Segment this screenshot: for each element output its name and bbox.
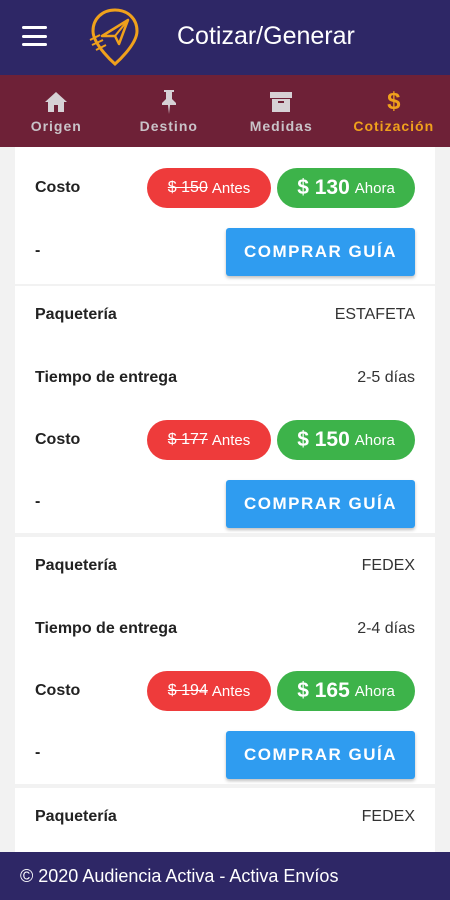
carrier-value: FEDEX bbox=[361, 808, 415, 825]
logo-icon bbox=[89, 8, 139, 66]
quote-card: Paquetería FEDEX bbox=[15, 788, 435, 852]
tab-label: Cotización bbox=[353, 117, 435, 134]
old-price-label: Antes bbox=[211, 682, 251, 700]
new-price-label: Ahora bbox=[354, 431, 395, 449]
old-price-label: Antes bbox=[211, 431, 251, 449]
box-icon bbox=[268, 89, 294, 115]
carrier-label: Paquetería bbox=[35, 306, 117, 323]
new-price: $ 150 bbox=[297, 428, 350, 451]
carrier-value: FEDEX bbox=[361, 557, 415, 574]
old-price: $ 150 bbox=[167, 179, 208, 196]
tab-label: Medidas bbox=[249, 117, 313, 134]
new-price-badge: $ 150 Ahora bbox=[277, 420, 415, 460]
old-price-badge: $ 150 Antes bbox=[147, 168, 271, 208]
carrier-row: Paquetería FEDEX bbox=[15, 546, 435, 586]
carrier-label: Paquetería bbox=[35, 557, 117, 574]
quote-list[interactable]: Costo $ 150 Antes $ 130 Ahora - COMPRAR … bbox=[0, 147, 450, 852]
delivery-row: Tiempo de entrega 2-5 días bbox=[15, 358, 435, 398]
cost-row: Costo $ 177 Antes $ 150 Ahora bbox=[15, 420, 435, 460]
quote-card: Paquetería ESTAFETA Tiempo de entrega 2-… bbox=[15, 286, 435, 533]
old-price-label: Antes bbox=[211, 179, 251, 197]
buy-guide-button[interactable]: COMPRAR GUÍA bbox=[226, 480, 415, 528]
carrier-row: Paquetería ESTAFETA bbox=[15, 295, 435, 335]
dollar-icon: $ bbox=[387, 87, 401, 115]
home-icon bbox=[43, 89, 69, 115]
old-price: $ 194 bbox=[167, 682, 208, 699]
cost-row: Costo $ 150 Antes $ 130 Ahora bbox=[15, 168, 435, 208]
tab-medidas[interactable]: Medidas bbox=[225, 75, 338, 147]
old-price: $ 177 bbox=[167, 431, 208, 448]
old-price-badge: $ 194 Antes bbox=[147, 671, 271, 711]
carrier-label: Paquetería bbox=[35, 808, 117, 825]
tab-cotizacion[interactable]: $ Cotización bbox=[338, 75, 450, 147]
buy-guide-button[interactable]: COMPRAR GUÍA bbox=[226, 228, 415, 276]
cost-label: Costo bbox=[35, 682, 81, 699]
cost-label: Costo bbox=[35, 431, 81, 448]
buy-guide-button[interactable]: COMPRAR GUÍA bbox=[226, 731, 415, 779]
placeholder-dash: - bbox=[35, 493, 41, 510]
cost-label: Costo bbox=[35, 179, 81, 196]
placeholder-dash: - bbox=[35, 744, 41, 761]
tab-label: Destino bbox=[139, 117, 198, 134]
tab-origen[interactable]: Origen bbox=[0, 75, 113, 147]
cost-row: Costo $ 194 Antes $ 165 Ahora bbox=[15, 671, 435, 711]
delivery-label: Tiempo de entrega bbox=[35, 620, 177, 637]
footer: © 2020 Audiencia Activa - Activa Envíos bbox=[0, 852, 450, 900]
carrier-value: ESTAFETA bbox=[334, 306, 415, 323]
delivery-row: Tiempo de entrega 2-4 días bbox=[15, 609, 435, 649]
new-price-badge: $ 165 Ahora bbox=[277, 671, 415, 711]
new-price-label: Ahora bbox=[354, 179, 395, 197]
carrier-row: Paquetería FEDEX bbox=[15, 797, 435, 837]
quote-card: Costo $ 150 Antes $ 130 Ahora - COMPRAR … bbox=[15, 147, 435, 284]
delivery-value: 2-4 días bbox=[357, 620, 415, 637]
pin-icon bbox=[156, 89, 182, 115]
tab-destino[interactable]: Destino bbox=[113, 75, 226, 147]
old-price-badge: $ 177 Antes bbox=[147, 420, 271, 460]
app-bar: Cotizar/Generar bbox=[0, 0, 450, 75]
tab-label: Origen bbox=[30, 117, 82, 134]
quote-card: Paquetería FEDEX Tiempo de entrega 2-4 d… bbox=[15, 537, 435, 784]
new-price: $ 130 bbox=[297, 176, 350, 199]
new-price: $ 165 bbox=[297, 679, 350, 702]
new-price-label: Ahora bbox=[354, 682, 395, 700]
footer-text: © 2020 Audiencia Activa - Activa Envíos bbox=[20, 865, 339, 886]
menu-icon[interactable] bbox=[22, 26, 47, 46]
tab-bar: Origen Destino Medidas $ Cotización bbox=[0, 75, 450, 147]
delivery-label: Tiempo de entrega bbox=[35, 369, 177, 386]
placeholder-dash: - bbox=[35, 242, 41, 259]
delivery-value: 2-5 días bbox=[357, 369, 415, 386]
new-price-badge: $ 130 Ahora bbox=[277, 168, 415, 208]
page-title: Cotizar/Generar bbox=[177, 22, 355, 50]
